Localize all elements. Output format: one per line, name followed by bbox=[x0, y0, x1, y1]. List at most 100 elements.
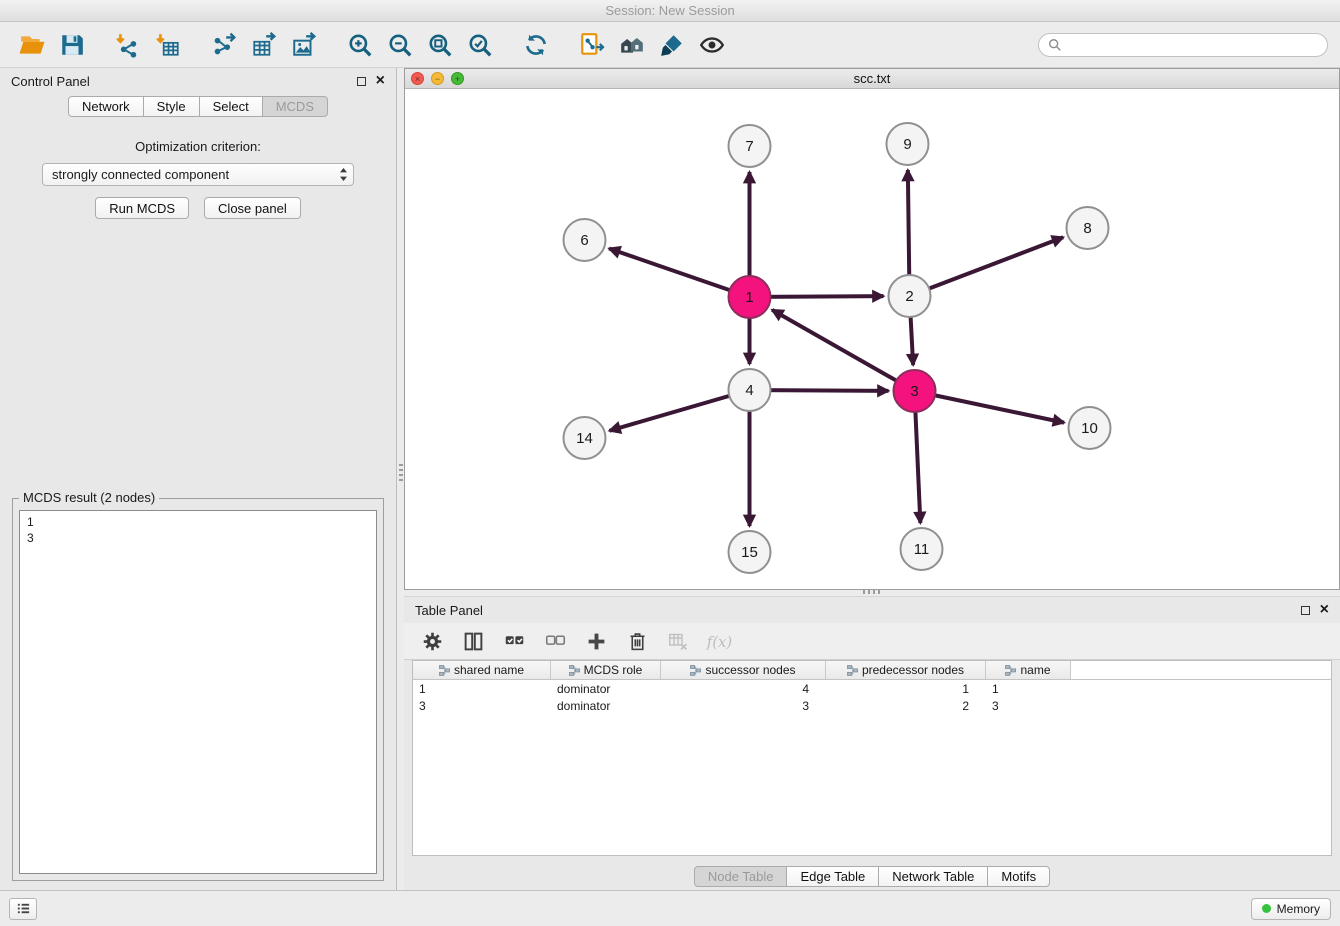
graph-node-3[interactable]: 3 bbox=[894, 370, 936, 412]
first-neighbors-icon bbox=[619, 32, 645, 58]
refresh-view-button[interactable] bbox=[520, 28, 552, 62]
window-titlebar: Session: New Session bbox=[0, 0, 1340, 22]
table-row[interactable]: 1dominator411 bbox=[413, 680, 1331, 697]
task-history-button[interactable] bbox=[9, 898, 37, 920]
table-cell: 3 bbox=[986, 699, 1071, 713]
graph-node-9[interactable]: 9 bbox=[887, 123, 929, 165]
graph-edge-3-10[interactable] bbox=[915, 391, 1065, 423]
search-input[interactable] bbox=[1067, 37, 1318, 52]
export-network-button[interactable] bbox=[208, 28, 240, 62]
mcds-result-list[interactable]: 13 bbox=[19, 510, 377, 874]
node-table: shared name MCDS rolesuccessor nodesprede… bbox=[412, 660, 1332, 856]
graph-node-11[interactable]: 11 bbox=[901, 528, 943, 570]
graph-node-6[interactable]: 6 bbox=[564, 219, 606, 261]
export-table-icon bbox=[251, 32, 277, 58]
graph-node-2[interactable]: 2 bbox=[889, 275, 931, 317]
split-panel-button[interactable] bbox=[459, 628, 487, 654]
graphics-details-icon bbox=[659, 32, 685, 58]
import-table-button[interactable] bbox=[152, 28, 184, 62]
column-settings-button[interactable] bbox=[418, 628, 446, 654]
svg-text:14: 14 bbox=[576, 430, 593, 447]
clone-network-view-icon bbox=[579, 32, 605, 58]
window-title: Session: New Session bbox=[605, 3, 734, 18]
network-canvas[interactable]: 7 9 6 8 1 2 4 3 14 10 15 11 bbox=[405, 89, 1339, 589]
tab-node-table[interactable]: Node Table bbox=[694, 866, 788, 887]
delete-columns-icon bbox=[627, 631, 648, 652]
graph-edge-1-6[interactable] bbox=[609, 248, 749, 297]
tab-edge-table[interactable]: Edge Table bbox=[786, 866, 879, 887]
export-image-button[interactable] bbox=[288, 28, 320, 62]
column-header-label: name bbox=[1020, 663, 1050, 677]
tab-network[interactable]: Network bbox=[68, 96, 144, 117]
optimization-select[interactable]: strongly connected component bbox=[42, 163, 354, 186]
select-all-rows-button[interactable] bbox=[500, 628, 528, 654]
svg-text:4: 4 bbox=[745, 382, 753, 399]
zoom-selected-button[interactable] bbox=[464, 28, 496, 62]
graphics-details-button[interactable] bbox=[656, 28, 688, 62]
svg-text:2: 2 bbox=[905, 288, 913, 305]
tab-select[interactable]: Select bbox=[199, 96, 263, 117]
save-session-button[interactable] bbox=[56, 28, 88, 62]
graph-node-7[interactable]: 7 bbox=[729, 125, 771, 167]
bird-eye-view-icon bbox=[699, 32, 725, 58]
zoom-out-button[interactable] bbox=[384, 28, 416, 62]
graph-node-1[interactable]: 1 bbox=[729, 276, 771, 318]
function-builder-button: f(x) bbox=[705, 628, 733, 654]
zoom-selected-icon bbox=[467, 32, 493, 58]
float-panel-icon[interactable] bbox=[357, 77, 366, 86]
column-header-successor-nodes[interactable]: successor nodes bbox=[661, 661, 826, 679]
column-header-shared-name[interactable]: shared name bbox=[413, 661, 551, 679]
column-header-MCDS-role[interactable]: MCDS role bbox=[551, 661, 661, 679]
close-panel-icon[interactable] bbox=[376, 76, 385, 86]
table-row[interactable]: 3dominator323 bbox=[413, 697, 1331, 714]
open-session-button[interactable] bbox=[16, 28, 48, 62]
create-column-button[interactable] bbox=[582, 628, 610, 654]
table-cell: 1 bbox=[986, 682, 1071, 696]
close-window-icon[interactable] bbox=[411, 72, 424, 85]
zoom-fit-button[interactable] bbox=[424, 28, 456, 62]
column-header-name[interactable]: name bbox=[986, 661, 1071, 679]
graph-node-8[interactable]: 8 bbox=[1067, 207, 1109, 249]
delete-columns-button[interactable] bbox=[623, 628, 651, 654]
clone-network-view-button[interactable] bbox=[576, 28, 608, 62]
first-neighbors-button[interactable] bbox=[616, 28, 648, 62]
export-table-button[interactable] bbox=[248, 28, 280, 62]
graph-node-10[interactable]: 10 bbox=[1069, 407, 1111, 449]
graph-edge-3-1[interactable] bbox=[772, 310, 914, 391]
zoom-in-button[interactable] bbox=[344, 28, 376, 62]
graph-node-15[interactable]: 15 bbox=[729, 531, 771, 573]
bird-eye-view-button[interactable] bbox=[696, 28, 728, 62]
tab-style[interactable]: Style bbox=[143, 96, 200, 117]
table-panel-header: Table Panel bbox=[404, 597, 1340, 623]
deselect-all-rows-button[interactable] bbox=[541, 628, 569, 654]
open-session-icon bbox=[19, 32, 45, 58]
search-icon bbox=[1048, 38, 1062, 52]
maximize-window-icon[interactable] bbox=[451, 72, 464, 85]
table-cell: 3 bbox=[661, 699, 826, 713]
column-header-label: shared name bbox=[454, 663, 524, 677]
column-header-predecessor-nodes[interactable]: predecessor nodes bbox=[826, 661, 986, 679]
memory-button[interactable]: Memory bbox=[1251, 898, 1331, 920]
minimize-window-icon[interactable] bbox=[431, 72, 444, 85]
graph-edge-2-8[interactable] bbox=[910, 237, 1064, 296]
import-network-button[interactable] bbox=[112, 28, 144, 62]
run-mcds-button[interactable]: Run MCDS bbox=[95, 197, 189, 219]
tab-motifs[interactable]: Motifs bbox=[987, 866, 1050, 887]
optimization-selected-value: strongly connected component bbox=[52, 167, 339, 182]
graph-node-14[interactable]: 14 bbox=[564, 417, 606, 459]
horizontal-splitter-handle[interactable] bbox=[863, 590, 881, 594]
mcds-result-title: MCDS result (2 nodes) bbox=[19, 490, 159, 505]
memory-status-dot bbox=[1262, 904, 1271, 913]
close-table-panel-icon[interactable] bbox=[1320, 605, 1329, 615]
svg-text:15: 15 bbox=[741, 544, 758, 561]
tab-mcds[interactable]: MCDS bbox=[262, 96, 328, 117]
network-window-title: scc.txt bbox=[405, 71, 1339, 86]
tab-network-table[interactable]: Network Table bbox=[878, 866, 988, 887]
float-table-panel-icon[interactable] bbox=[1301, 606, 1310, 615]
vertical-splitter-handle[interactable] bbox=[399, 464, 403, 482]
close-panel-button[interactable]: Close panel bbox=[204, 197, 301, 219]
main-toolbar bbox=[0, 22, 1340, 68]
search-box[interactable] bbox=[1038, 33, 1328, 57]
task-list-icon bbox=[16, 901, 31, 916]
graph-node-4[interactable]: 4 bbox=[729, 369, 771, 411]
